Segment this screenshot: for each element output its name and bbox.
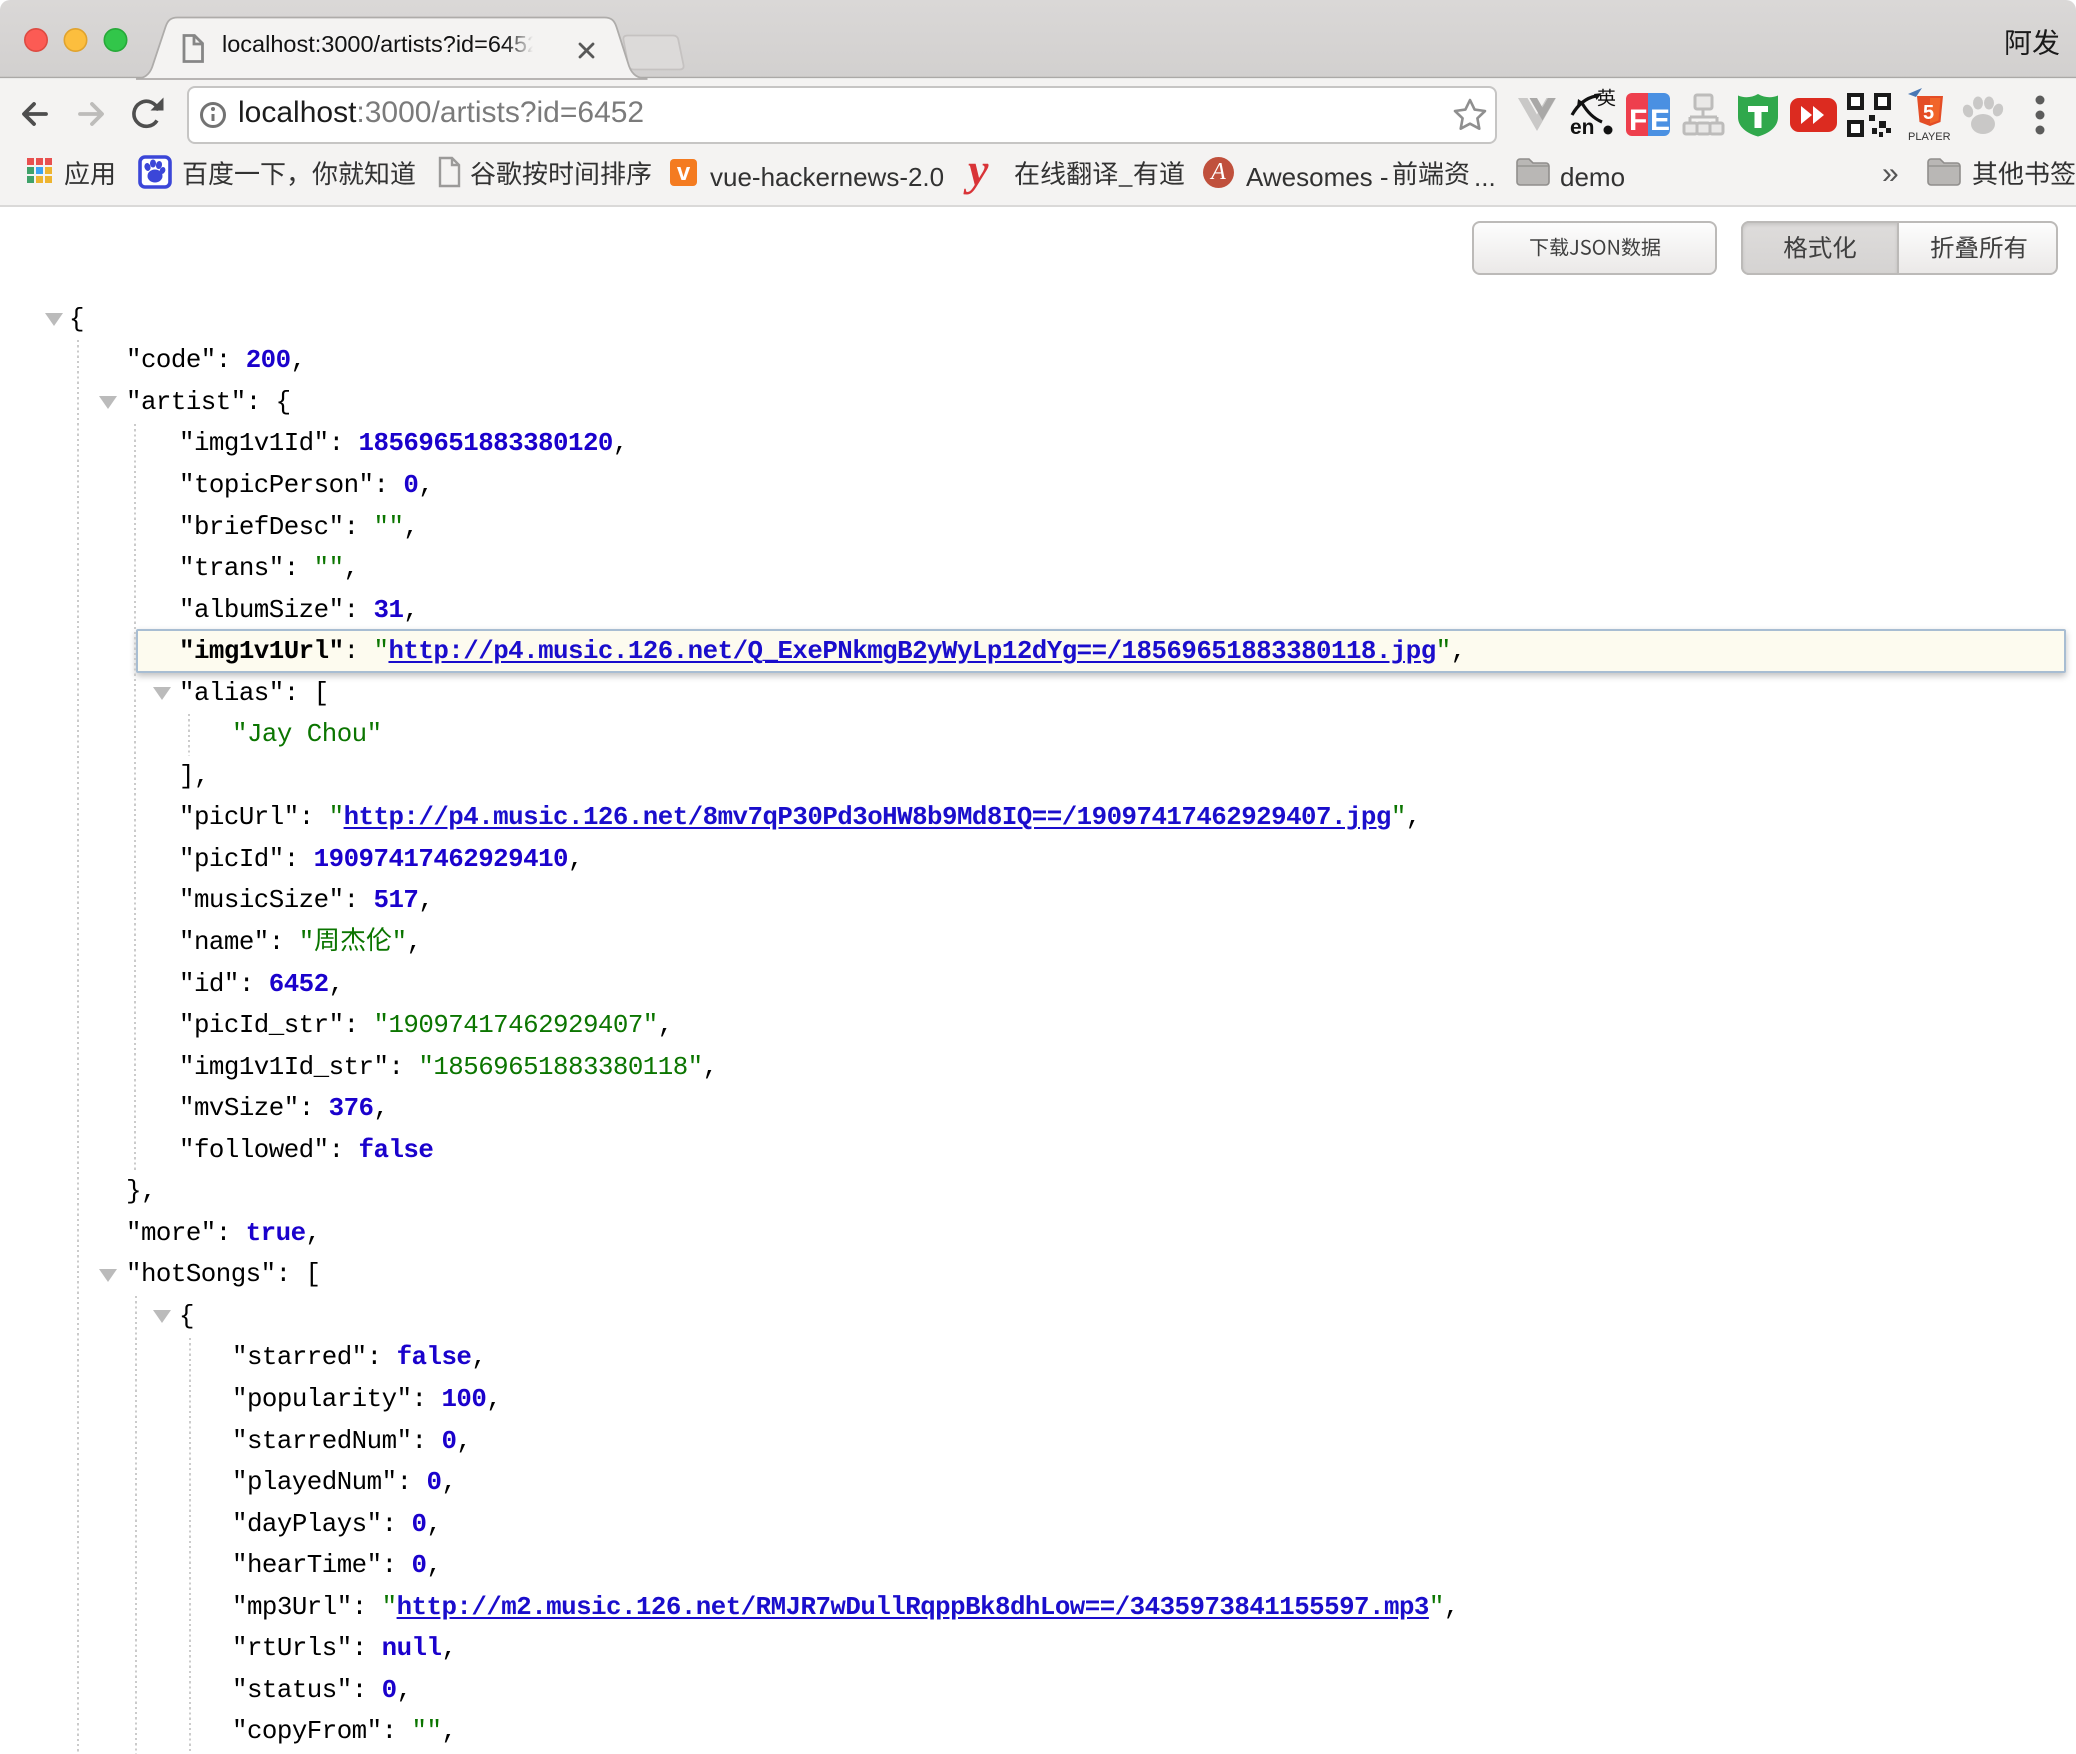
svg-text:5: 5 xyxy=(1923,102,1934,124)
svg-text:en: en xyxy=(1570,116,1595,139)
svg-text:PLAYER: PLAYER xyxy=(1908,131,1951,143)
svg-text:F: F xyxy=(1629,104,1647,137)
svg-text:E: E xyxy=(1650,104,1670,137)
